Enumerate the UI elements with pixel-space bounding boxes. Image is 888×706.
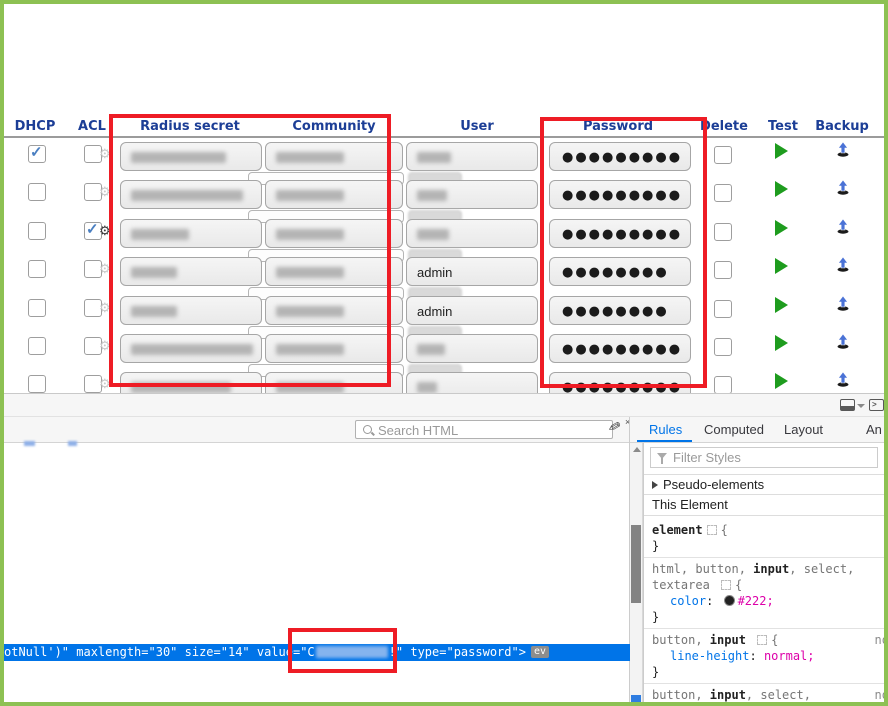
dhcp-checkbox[interactable]: ✓: [28, 145, 46, 163]
annotation-box-password: [540, 117, 707, 388]
dock-to-bottom-icon[interactable]: [840, 399, 855, 411]
app-screenshot: DHCPACLRadius secretCommunityUserPasswor…: [0, 0, 888, 706]
user-input[interactable]: [406, 180, 538, 209]
backup-upload-icon[interactable]: [835, 218, 851, 235]
user-input[interactable]: admin: [406, 296, 538, 325]
delete-checkbox[interactable]: [714, 146, 732, 164]
annotation-box-radius-community: [109, 114, 391, 387]
scrollbar-thumb[interactable]: [631, 525, 641, 603]
column-header-backup: Backup: [815, 119, 869, 134]
search-html-input[interactable]: Search HTML: [355, 420, 613, 439]
user-value: admin: [417, 304, 452, 319]
delete-checkbox[interactable]: [714, 261, 732, 279]
tab-rules[interactable]: Rules: [649, 422, 682, 437]
backup-upload-icon[interactable]: [835, 141, 851, 158]
test-play-icon[interactable]: [775, 258, 788, 274]
test-play-icon[interactable]: [775, 297, 788, 313]
dhcp-checkbox[interactable]: [28, 337, 46, 355]
backup-upload-icon[interactable]: [835, 371, 851, 388]
column-header-acl: ACL: [78, 119, 106, 134]
column-header-user: User: [460, 119, 494, 134]
separate-window-icon[interactable]: >: [869, 399, 884, 411]
highlight-target-icon[interactable]: [757, 635, 767, 645]
test-play-icon[interactable]: [775, 373, 788, 389]
css-rule: button, input {line-height: normal;}no: [644, 629, 884, 684]
redacted-text: [417, 229, 449, 240]
delete-checkbox[interactable]: [714, 184, 732, 202]
markup-scrollbar[interactable]: [630, 443, 643, 702]
dock-options-caret-icon[interactable]: [857, 404, 865, 408]
tab-computed[interactable]: Computed: [704, 422, 764, 437]
filter-placeholder: Filter Styles: [673, 450, 741, 465]
redacted-text: [417, 190, 447, 201]
redacted-markup-fragment: [68, 441, 77, 446]
tab-layout[interactable]: Layout: [784, 422, 823, 437]
delete-checkbox[interactable]: [714, 338, 732, 356]
backup-upload-icon[interactable]: [835, 179, 851, 196]
this-element-section: This Element: [644, 495, 884, 516]
test-play-icon[interactable]: [775, 181, 788, 197]
tab-an[interactable]: An: [866, 422, 882, 437]
css-rule: html, button, input, select,textarea {co…: [644, 558, 884, 629]
user-input[interactable]: admin: [406, 257, 538, 286]
color-swatch[interactable]: [724, 595, 735, 606]
active-tab-underline: [637, 440, 692, 442]
test-play-icon[interactable]: [775, 335, 788, 351]
dhcp-checkbox[interactable]: [28, 183, 46, 201]
filter-styles-input[interactable]: Filter Styles: [650, 447, 878, 468]
column-header-test: Test: [768, 119, 798, 134]
backup-upload-icon[interactable]: [835, 295, 851, 312]
user-value: admin: [417, 265, 452, 280]
annotation-box-code-value: [288, 628, 397, 673]
stylesheet-source-link[interactable]: no: [875, 632, 884, 648]
search-icon: [363, 425, 372, 434]
selected-node-marker: [631, 695, 641, 706]
test-play-icon[interactable]: [775, 220, 788, 236]
column-header-dhcp: DHCP: [15, 119, 56, 134]
test-play-icon[interactable]: [775, 143, 788, 159]
backup-upload-icon[interactable]: [835, 333, 851, 350]
redacted-markup-fragment: [24, 441, 35, 446]
expand-triangle-icon: [652, 481, 658, 489]
css-rule: button, input, select,textarea {no: [644, 684, 884, 702]
pseudo-elements-section[interactable]: Pseudo-elements: [644, 474, 884, 495]
css-rule: element{}: [644, 519, 884, 558]
devtools-top-toolbar: >: [4, 393, 884, 417]
devtools-panel: > Search HTML ✎ × RulesComputedLayoutAn …: [4, 393, 884, 702]
rules-panel: Filter Styles Pseudo-elements This Eleme…: [643, 443, 884, 702]
user-input[interactable]: [406, 219, 538, 248]
redacted-text: [417, 344, 445, 355]
column-header-delete: Delete: [700, 119, 748, 134]
event-badge[interactable]: ev: [531, 646, 549, 658]
search-placeholder: Search HTML: [378, 423, 458, 438]
dhcp-checkbox[interactable]: [28, 222, 46, 240]
code-suffix: !" type="password">: [389, 645, 526, 659]
delete-checkbox[interactable]: [714, 300, 732, 318]
dhcp-checkbox[interactable]: [28, 375, 46, 393]
backup-upload-icon[interactable]: [835, 256, 851, 273]
check-mark-icon: ✓: [86, 220, 99, 238]
user-input[interactable]: [406, 334, 538, 363]
css-rules-list: element{}html, button, input, select,tex…: [644, 519, 884, 702]
stylesheet-source-link[interactable]: no: [875, 687, 884, 702]
delete-checkbox[interactable]: [714, 223, 732, 241]
highlight-target-icon[interactable]: [707, 525, 717, 535]
user-input[interactable]: [406, 142, 538, 171]
check-mark-icon: ✓: [30, 143, 43, 161]
dhcp-checkbox[interactable]: [28, 299, 46, 317]
delete-checkbox[interactable]: [714, 376, 732, 394]
redacted-text: [417, 152, 451, 163]
scroll-up-arrow-icon[interactable]: [633, 447, 641, 452]
filter-icon: [657, 453, 667, 459]
code-prefix: otNull')" maxlength="30" size="14" value…: [4, 645, 315, 659]
dhcp-checkbox[interactable]: [28, 260, 46, 278]
redacted-text: [417, 382, 437, 393]
highlight-target-icon[interactable]: [721, 580, 731, 590]
